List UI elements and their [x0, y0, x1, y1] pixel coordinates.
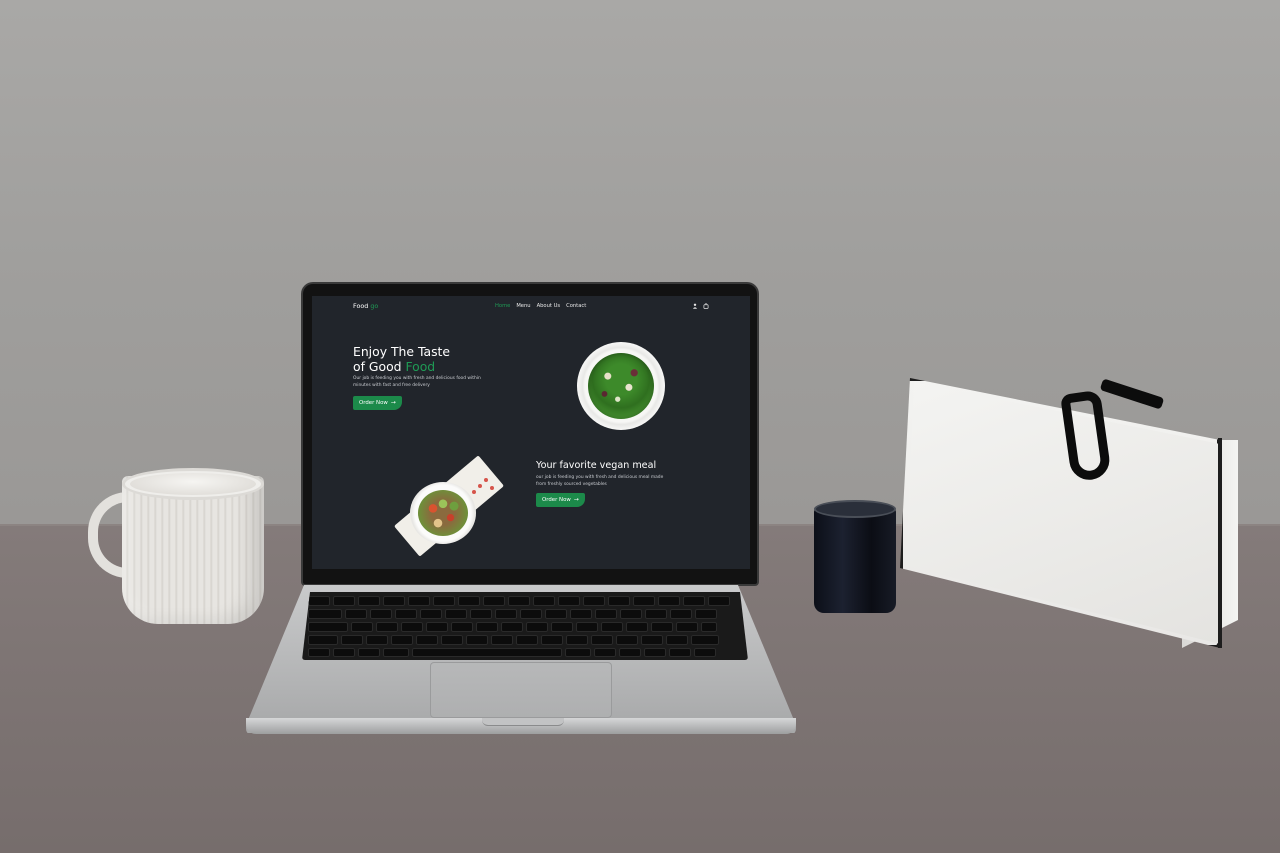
laptop-trackpad	[430, 662, 612, 718]
tomato-slice-image	[478, 484, 482, 488]
hero-title-line1: Enjoy The Taste	[353, 344, 451, 359]
nav-link-about-us[interactable]: About Us	[537, 303, 561, 309]
nav-link-menu[interactable]: Menu	[516, 303, 530, 309]
nav-link-contact[interactable]: Contact	[566, 303, 586, 309]
user-icon[interactable]	[692, 303, 698, 309]
keyboard-row	[308, 596, 730, 606]
hero-title-prefix: of Good	[353, 359, 406, 374]
order-now-label: Order Now	[359, 400, 388, 406]
drinking-glass	[814, 500, 896, 613]
hero-subtitle: Our job is feeding you with fresh and de…	[353, 376, 481, 388]
nav-icons	[692, 303, 709, 309]
glass-body	[814, 508, 896, 613]
keyboard-row	[308, 622, 717, 632]
site-logo[interactable]: Food go	[353, 302, 378, 310]
laptop-screen: Food go Home Menu About Us Contact Enjoy…	[312, 296, 750, 569]
tomato-slice-image	[472, 490, 476, 494]
keyboard-row	[308, 609, 717, 619]
keyboard-row	[308, 648, 716, 657]
tomato-slice-image	[484, 478, 488, 482]
bag-ribbon	[1060, 378, 1165, 496]
ribbon-loop	[1060, 389, 1112, 483]
cart-icon[interactable]	[703, 303, 709, 309]
nav-links: Home Menu About Us Contact	[495, 303, 586, 309]
feature-subtitle: our job is feeding you with fresh and de…	[536, 475, 664, 487]
logo-accent: go	[370, 302, 379, 310]
laptop-keyboard	[302, 592, 748, 660]
site-navbar: Food go Home Menu About Us Contact	[312, 296, 750, 318]
hero-title: Enjoy The Taste of Good Food	[353, 344, 450, 374]
hero-title-accent: Food	[405, 359, 436, 374]
tomato-slice-image	[490, 486, 494, 490]
logo-text: Food	[353, 302, 369, 310]
green-salad-image	[588, 353, 654, 419]
vegan-meal-image	[418, 490, 468, 536]
hero-title-line2: of Good Food	[353, 359, 450, 374]
ribbon-tail	[1099, 378, 1165, 410]
keyboard-row	[308, 635, 719, 645]
mug-inside	[130, 473, 256, 495]
feature-order-now-button[interactable]: Order Now →	[536, 493, 585, 507]
bag-edge	[1218, 438, 1222, 648]
nav-link-home[interactable]: Home	[495, 303, 510, 309]
coffee-mug	[88, 468, 264, 624]
gift-bag	[900, 378, 1240, 650]
glass-rim	[814, 500, 896, 518]
order-now-button[interactable]: Order Now →	[353, 396, 402, 410]
feature-title: Your favorite vegan meal	[536, 460, 657, 471]
feature-order-now-label: Order Now	[542, 497, 571, 503]
arrow-right-icon: →	[573, 496, 579, 503]
arrow-right-icon: →	[390, 399, 396, 406]
laptop-opening-notch	[482, 718, 564, 726]
